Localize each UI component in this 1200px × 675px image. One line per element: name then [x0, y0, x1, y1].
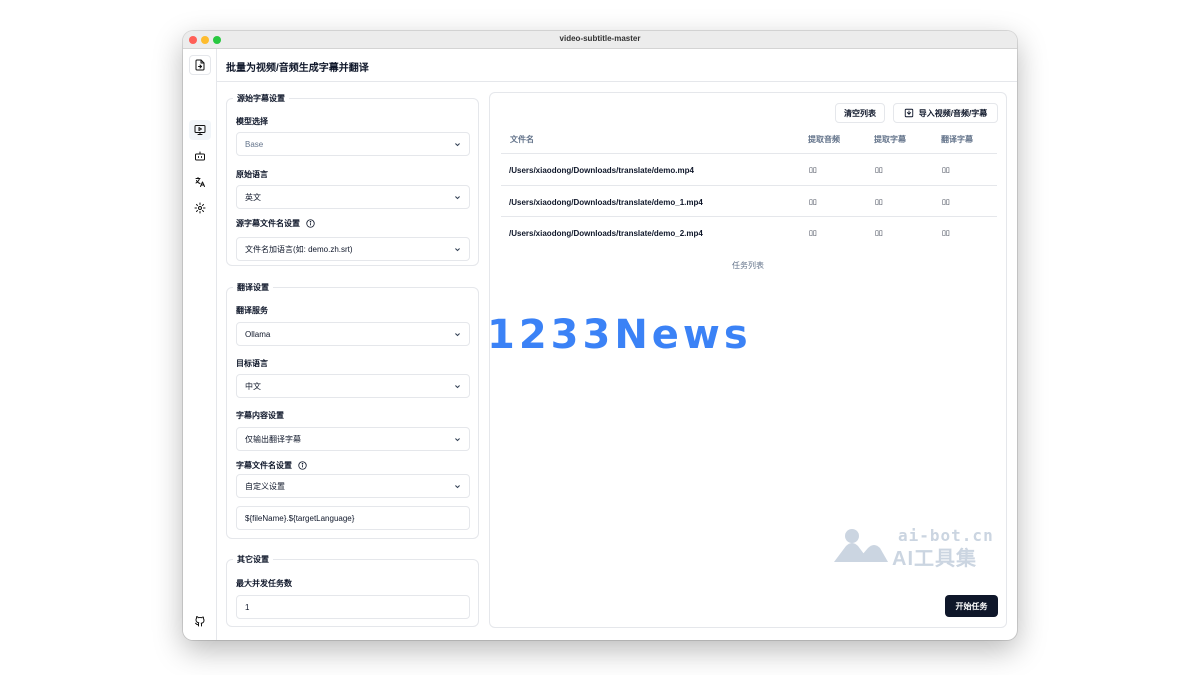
subtitle-filename-label-text: 字幕文件名设置	[236, 461, 292, 470]
languages-icon[interactable]	[189, 172, 211, 192]
info-icon[interactable]	[306, 219, 315, 228]
row-audio-status: ▯▯	[809, 167, 817, 174]
import-icon	[904, 108, 913, 118]
import-media-button[interactable]: 导入视频/音频/字幕	[893, 103, 998, 123]
table-row: /Users/xiaodong/Downloads/translate/demo…	[501, 185, 997, 217]
subtitle-content-value: 仅输出翻译字幕	[245, 434, 301, 444]
sidebar	[183, 49, 217, 640]
row-extract-status: ▯▯	[875, 167, 883, 174]
row-translate-status: ▯▯	[942, 199, 950, 206]
source-language-label: 原始语言	[236, 170, 268, 179]
model-select-value: Base	[245, 139, 264, 149]
info-icon[interactable]	[298, 461, 307, 470]
panel-legend: 源始字幕设置	[233, 93, 289, 104]
chevron-down-icon	[455, 333, 460, 337]
start-task-button[interactable]: 开始任务	[945, 595, 998, 617]
translation-service-select[interactable]: Ollama	[236, 322, 470, 346]
table-row: /Users/xiaodong/Downloads/translate/demo…	[501, 216, 997, 248]
panel-legend: 其它设置	[233, 554, 273, 565]
file-export-icon[interactable]	[189, 55, 211, 75]
chevron-down-icon	[455, 438, 460, 442]
row-translate-status: ▯▯	[942, 230, 950, 237]
github-icon[interactable]	[189, 611, 211, 631]
chevron-down-icon	[455, 485, 460, 489]
target-language-value: 中文	[245, 381, 261, 391]
column-header-filename: 文件名	[510, 135, 534, 144]
subtitle-content-select[interactable]: 仅输出翻译字幕	[236, 427, 470, 451]
table-row: /Users/xiaodong/Downloads/translate/demo…	[501, 153, 997, 185]
subtitle-filename-label: 字幕文件名设置	[236, 460, 307, 471]
chevron-down-icon	[455, 196, 460, 200]
watermark-logo-icon	[834, 529, 888, 562]
monitor-play-icon[interactable]	[189, 120, 211, 140]
start-task-label: 开始任务	[955, 601, 988, 611]
source-language-value: 英文	[245, 192, 261, 202]
row-filename: /Users/xiaodong/Downloads/translate/demo…	[509, 229, 703, 238]
custom-filename-template-value: ${fileName}.${targetLanguage}	[245, 513, 355, 523]
model-select[interactable]: Base	[236, 132, 470, 156]
target-language-select[interactable]: 中文	[236, 374, 470, 398]
translation-service-value: Ollama	[245, 329, 271, 339]
chevron-down-icon	[455, 248, 460, 252]
model-label: 模型选择	[236, 117, 268, 126]
subtitle-filename-select[interactable]: 自定义设置	[236, 474, 470, 498]
row-filename: /Users/xiaodong/Downloads/translate/demo…	[509, 166, 694, 175]
translation-settings-panel: 翻译设置 翻译服务 Ollama 目标语言 中文 字幕内容设置 仅输出翻译字幕 …	[226, 282, 479, 539]
source-filename-value: 文件名加语言(如: demo.zh.srt)	[245, 244, 353, 254]
source-filename-select[interactable]: 文件名加语言(如: demo.zh.srt)	[236, 237, 470, 261]
bot-icon[interactable]	[189, 146, 211, 166]
source-filename-label: 源字幕文件名设置	[236, 218, 315, 229]
max-concurrency-input[interactable]: 1	[236, 595, 470, 619]
row-audio-status: ▯▯	[809, 230, 817, 237]
window-title: video-subtitle-master	[559, 34, 641, 43]
row-translate-status: ▯▯	[942, 167, 950, 174]
row-extract-status: ▯▯	[875, 199, 883, 206]
chevron-down-icon	[455, 385, 460, 389]
row-filename: /Users/xiaodong/Downloads/translate/demo…	[509, 198, 703, 207]
source-language-select[interactable]: 英文	[236, 185, 470, 209]
chevron-down-icon	[455, 143, 460, 147]
column-header-extract-audio: 提取音频	[808, 135, 840, 144]
target-language-label: 目标语言	[236, 359, 268, 368]
row-audio-status: ▯▯	[809, 199, 817, 206]
panel-legend: 翻译设置	[233, 282, 273, 293]
clear-list-label: 清空列表	[844, 108, 876, 118]
page-title: 批量为视频/音频生成字幕并翻译	[226, 63, 369, 74]
column-header-translate-subtitle: 翻译字幕	[941, 135, 973, 144]
settings-gear-icon[interactable]	[189, 198, 211, 218]
column-header-extract-subtitle: 提取字幕	[874, 135, 906, 144]
custom-filename-template-input[interactable]: ${fileName}.${targetLanguage}	[236, 506, 470, 530]
max-concurrency-value: 1	[245, 602, 250, 612]
page-header: 批量为视频/音频生成字幕并翻译	[217, 49, 1017, 82]
subtitle-content-label: 字幕内容设置	[236, 411, 284, 420]
source-filename-label-text: 源字幕文件名设置	[236, 219, 300, 228]
import-media-label: 导入视频/音频/字幕	[918, 108, 988, 118]
corner-watermark: ai-bot.cn AI工具集	[832, 526, 1002, 570]
table-caption: 任务列表	[732, 261, 764, 270]
source-subtitle-settings-panel: 源始字幕设置 模型选择 Base 原始语言 英文 源字幕文件名设置 文件名加语言…	[226, 93, 479, 266]
max-concurrency-label: 最大并发任务数	[236, 579, 292, 588]
subtitle-filename-value: 自定义设置	[245, 481, 285, 491]
titlebar: video-subtitle-master	[183, 31, 1017, 49]
other-settings-panel: 其它设置 最大并发任务数 1	[226, 554, 479, 627]
clear-list-button[interactable]: 清空列表	[835, 103, 885, 123]
translation-service-label: 翻译服务	[236, 306, 268, 315]
row-extract-status: ▯▯	[875, 230, 883, 237]
watermark-name: AI工具集	[892, 548, 977, 570]
overlay-watermark: 1233News	[487, 312, 752, 358]
